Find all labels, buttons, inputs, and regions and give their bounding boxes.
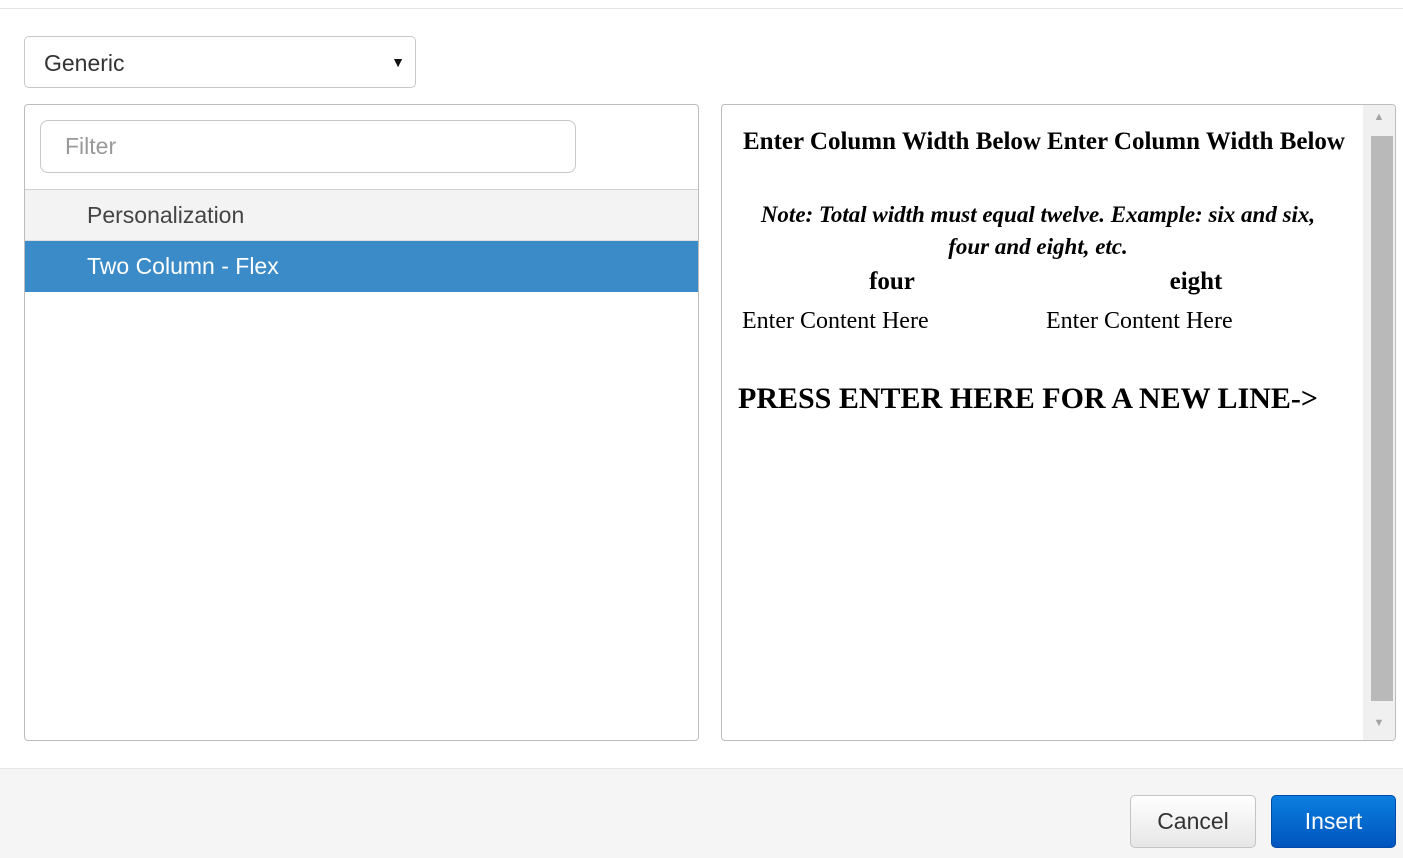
template-list-panel: Personalization Two Column - Flex (24, 104, 699, 741)
list-item-personalization[interactable]: Personalization (25, 190, 698, 241)
preview-scrollbar[interactable]: ▲ ▼ (1363, 105, 1395, 740)
col1-width: four (869, 268, 915, 295)
chevron-down-icon: ▼ (391, 54, 405, 70)
col2-heading: Enter Column Width Below (1047, 128, 1345, 155)
dialog-footer: Cancel Insert (0, 768, 1403, 858)
category-select[interactable]: Generic ▼ (24, 36, 416, 88)
list-item-two-column-flex[interactable]: Two Column - Flex (25, 241, 698, 292)
col2-width: eight (1169, 268, 1223, 295)
col1-content: Enter Content Here (742, 308, 929, 334)
width-note: Note: Total width must equal twelve. Exa… (760, 202, 1316, 259)
scroll-up-icon[interactable]: ▲ (1363, 107, 1395, 127)
filter-area (25, 105, 698, 190)
col1-heading: Enter Column Width Below (743, 128, 1041, 155)
category-select-value: Generic (44, 50, 125, 76)
filter-input[interactable] (40, 120, 576, 173)
new-line-prompt: PRESS ENTER HERE FOR A NEW LINE-> (738, 382, 1319, 415)
cancel-button[interactable]: Cancel (1130, 795, 1256, 848)
scroll-down-icon[interactable]: ▼ (1363, 713, 1395, 733)
preview-content[interactable]: Enter Column Width Below Enter Column Wi… (722, 105, 1362, 740)
col2-content: Enter Content Here (1046, 308, 1233, 334)
template-preview-panel: Enter Column Width Below Enter Column Wi… (721, 104, 1396, 741)
scrollbar-thumb[interactable] (1371, 136, 1393, 701)
insert-button[interactable]: Insert (1271, 795, 1396, 848)
top-divider (0, 8, 1403, 9)
